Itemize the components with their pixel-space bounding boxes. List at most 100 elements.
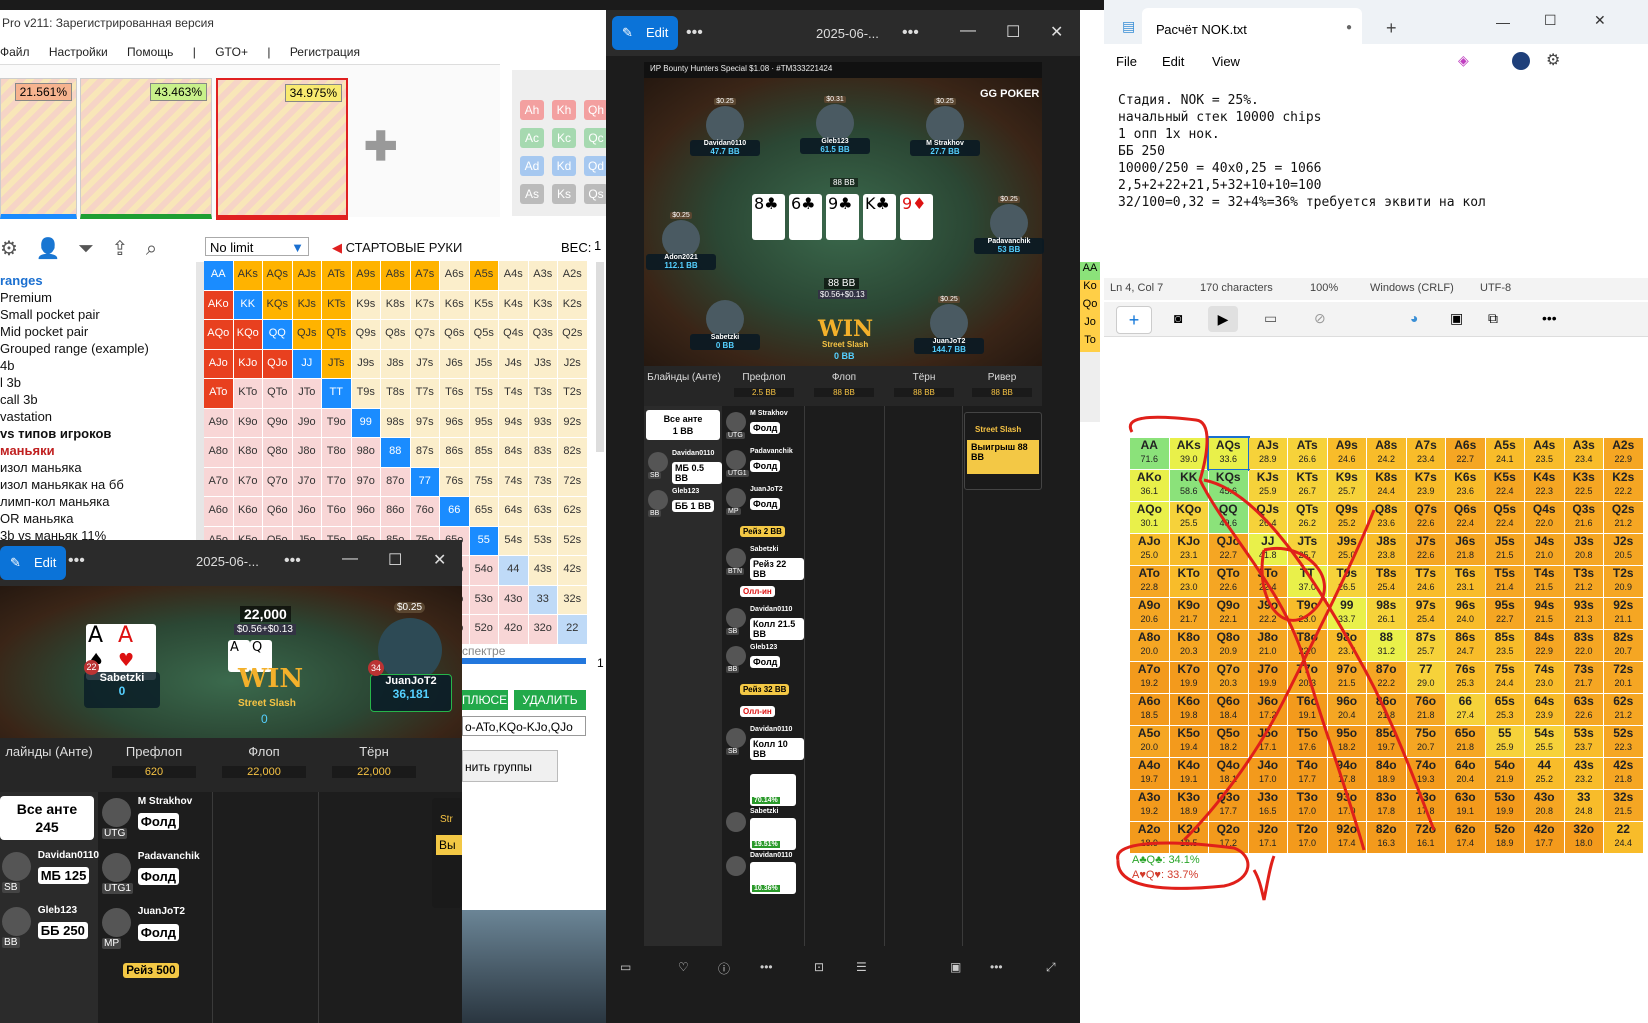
delay-icon[interactable]: ⊘ (1314, 310, 1326, 327)
hand-cell[interactable]: K7o (233, 467, 262, 496)
hand-cell[interactable]: A3s (528, 261, 557, 290)
hand-cell[interactable]: 76s (440, 467, 469, 496)
hand-cell[interactable]: T4s (499, 379, 528, 408)
more-icon[interactable]: ••• (990, 960, 1003, 974)
hand-cell[interactable]: T9s (351, 379, 380, 408)
hand-cell[interactable]: TT (322, 379, 351, 408)
info-icon[interactable]: ⓘ (718, 960, 730, 977)
hand-cell[interactable]: KJo (233, 349, 262, 378)
hand-cell[interactable]: K6o (233, 497, 262, 526)
hand-cell[interactable]: 43s (528, 556, 557, 585)
hand-cell[interactable]: Q9o (263, 408, 292, 437)
hand-cell[interactable]: Q8o (263, 438, 292, 467)
hand-cell[interactable]: T8s (381, 379, 410, 408)
hand-cell[interactable]: T9o (322, 408, 351, 437)
hand-cell[interactable]: T6s (440, 379, 469, 408)
hand-cell[interactable]: 42s (558, 556, 587, 585)
more-icon[interactable]: ••• (284, 552, 301, 570)
card-ks[interactable]: Ks (552, 184, 576, 204)
account-icon[interactable] (1512, 52, 1530, 70)
hand-cell[interactable]: 74s (499, 467, 528, 496)
hand-cell[interactable]: 84s (499, 438, 528, 467)
search-icon[interactable]: ⌕ (146, 238, 157, 260)
zoom-icon[interactable]: ⊡ (814, 960, 824, 974)
menu-gto[interactable]: GTO+ (215, 45, 248, 59)
menu-file[interactable]: Файл (0, 45, 30, 59)
hand-cell[interactable]: J3s (528, 349, 557, 378)
hand-cell[interactable]: Q7s (410, 320, 439, 349)
card-kh[interactable]: Kh (552, 100, 576, 120)
hand-cell[interactable]: Q8s (381, 320, 410, 349)
heart-icon[interactable]: ♡ (678, 960, 689, 974)
card-ah[interactable]: Ah (520, 100, 544, 120)
hand-cell[interactable]: AJo (204, 349, 233, 378)
gear-icon[interactable]: ⚙ (1546, 50, 1560, 70)
edit-button[interactable]: ✎ Edit (612, 16, 679, 50)
range-list-item[interactable]: 4b (0, 357, 195, 374)
hand-cell[interactable]: 64s (499, 497, 528, 526)
hand-cell[interactable]: 98o (351, 438, 380, 467)
new-tab-icon[interactable]: + (1386, 18, 1397, 39)
range-list-item[interactable]: изол маньяка (0, 459, 195, 476)
range-list-item[interactable]: Premium (0, 289, 195, 306)
add-range-icon[interactable]: ✚ (364, 124, 398, 170)
card-qd[interactable]: Qd (584, 156, 608, 176)
hand-cell[interactable]: J7s (410, 349, 439, 378)
hand-cell[interactable]: A6o (204, 497, 233, 526)
card-kd[interactable]: Kd (552, 156, 576, 176)
card-kc[interactable]: Kc (552, 128, 576, 148)
hand-cell[interactable]: AJs (292, 261, 321, 290)
hand-cell[interactable]: 73s (528, 467, 557, 496)
edit-button[interactable]: ✎ Edit (0, 546, 67, 580)
grid-scrollbar[interactable] (596, 262, 604, 452)
hand-cell[interactable]: 66 (440, 497, 469, 526)
hand-cell[interactable]: 95s (469, 408, 498, 437)
hand-cell[interactable]: AKs (233, 261, 262, 290)
card-ac[interactable]: Ac (520, 128, 544, 148)
hand-cell[interactable]: AA (204, 261, 233, 290)
hand-cell[interactable]: T5s (469, 379, 498, 408)
hand-cell[interactable]: J9o (292, 408, 321, 437)
hand-cell[interactable]: JTo (292, 379, 321, 408)
hand-cell[interactable]: 98s (381, 408, 410, 437)
hand-cell[interactable]: QJo (263, 349, 292, 378)
hand-cell[interactable]: K5s (469, 290, 498, 319)
hand-cell[interactable]: Q2s (558, 320, 587, 349)
hand-cell[interactable]: 96s (440, 408, 469, 437)
hand-cell[interactable]: A9o (204, 408, 233, 437)
hand-cell[interactable]: 87s (410, 438, 439, 467)
plusev-button[interactable]: ПЛЮСЕВЫЕ (462, 690, 534, 710)
hand-cell[interactable]: T3s (528, 379, 557, 408)
hand-cell[interactable]: A8o (204, 438, 233, 467)
range-list-item[interactable]: изол маньякак на бб (0, 476, 195, 493)
card-qs[interactable]: Qs (584, 184, 608, 204)
hand-cell[interactable]: J8s (381, 349, 410, 378)
hand-cell[interactable]: Q5s (469, 320, 498, 349)
hand-cell[interactable]: 97o (351, 467, 380, 496)
hand-cell[interactable]: 83s (528, 438, 557, 467)
hand-cell[interactable]: QQ (263, 320, 292, 349)
hand-cell[interactable]: J9s (351, 349, 380, 378)
range-thumb-2[interactable]: 43.463% (80, 78, 212, 219)
user-icon[interactable]: 👤 (36, 238, 61, 260)
range-text-field[interactable]: o-ATo,KQo-KJo,QJo (462, 716, 586, 736)
hand-cell[interactable]: Q4s (499, 320, 528, 349)
edit-paint-icon[interactable]: ◕ (1410, 310, 1418, 326)
hand-cell[interactable]: A7o (204, 467, 233, 496)
export-icon[interactable]: ⇪ (112, 238, 129, 260)
hand-cell[interactable]: 62s (558, 497, 587, 526)
delete-button[interactable]: УДАЛИТЬ (514, 690, 586, 710)
hand-cell[interactable]: 53s (528, 526, 557, 555)
range-list-item[interactable]: Mid pocket pair (0, 323, 195, 340)
hand-cell[interactable]: 94s (499, 408, 528, 437)
notepad-menu-edit[interactable]: Edit (1162, 54, 1184, 69)
list-scrollbar[interactable] (196, 262, 204, 540)
range-list-item[interactable]: vastation (0, 408, 195, 425)
more-icon[interactable]: ••• (68, 552, 85, 570)
hand-cell[interactable]: 97s (410, 408, 439, 437)
close-icon[interactable]: ✕ (1050, 22, 1063, 42)
settings-icon[interactable]: ⚙ (0, 238, 18, 260)
hand-cell[interactable]: QJs (292, 320, 321, 349)
hand-cell[interactable]: T7o (322, 467, 351, 496)
hand-cell[interactable]: ATs (322, 261, 351, 290)
